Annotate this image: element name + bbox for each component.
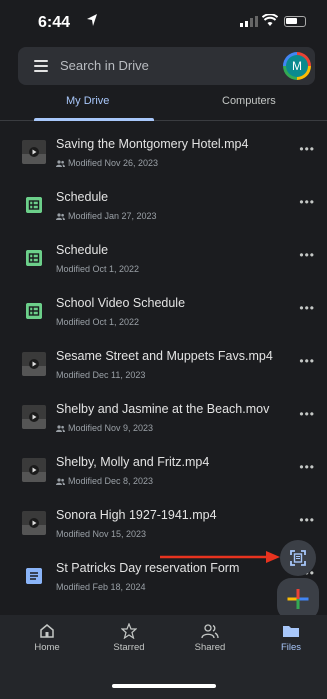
file-name: Shelby, Molly and Fritz.mp4 [56, 455, 210, 469]
location-arrow-icon [87, 14, 97, 26]
nav-shared[interactable]: Shared [180, 623, 240, 653]
plus-icon [287, 589, 309, 609]
more-options-button[interactable]: ••• [299, 302, 315, 314]
video-thumbnail-icon [22, 352, 46, 376]
spreadsheet-icon [26, 303, 42, 319]
video-thumbnail-icon [22, 140, 46, 164]
folder-icon [283, 626, 299, 637]
file-modified: Modified Jan 27, 2023 [56, 211, 157, 221]
file-modified: Modified Oct 1, 2022 [56, 264, 139, 274]
file-row[interactable]: Schedule Modified Oct 1, 2022 ••• [0, 231, 327, 284]
nav-files-label: Files [280, 642, 302, 653]
video-thumbnail-icon [22, 511, 46, 535]
file-modified: Modified Oct 1, 2022 [56, 317, 139, 327]
nav-home-label: Home [34, 642, 60, 653]
file-modified-text: Modified Jan 27, 2023 [68, 211, 157, 221]
file-modified-text: Modified Dec 8, 2023 [68, 476, 154, 486]
more-options-button[interactable]: ••• [299, 514, 315, 526]
home-icon [40, 624, 54, 638]
more-options-button[interactable]: ••• [299, 355, 315, 367]
account-avatar[interactable]: M [283, 52, 311, 80]
file-row[interactable]: Schedule Modified Jan 27, 2023 ••• [0, 178, 327, 231]
file-modified: Modified Dec 8, 2023 [56, 476, 153, 486]
more-options-button[interactable]: ••• [299, 196, 315, 208]
file-row[interactable]: Sesame Street and Muppets Favs.mp4 Modifi… [0, 337, 327, 390]
file-name: School Video Schedule [56, 296, 186, 310]
file-row[interactable]: School Video Schedule Modified Oct 1, 202… [0, 284, 327, 337]
new-button[interactable] [277, 578, 319, 620]
shared-icon [56, 159, 65, 167]
cellular-signal-icon [240, 16, 258, 27]
spreadsheet-icon [26, 197, 42, 213]
file-modified-text: Modified Oct 1, 2022 [56, 317, 140, 327]
search-input[interactable]: Search in Drive [60, 58, 149, 73]
file-row[interactable]: Saving the Montgomery Hotel.mp4 Modified … [0, 125, 327, 178]
battery-icon [284, 16, 306, 27]
file-name: Shelby and Jasmine at the Beach.mov [56, 402, 270, 416]
bottom-navigation: Home Starred Shared Files [0, 615, 327, 699]
file-modified-text: Modified Nov 26, 2023 [68, 158, 159, 168]
wifi-icon [262, 14, 278, 26]
file-modified: Modified Feb 18, 2024 [56, 582, 146, 592]
file-modified: Modified Nov 15, 2023 [56, 529, 146, 539]
more-options-button[interactable]: ••• [299, 249, 315, 261]
video-thumbnail-icon [22, 405, 46, 429]
scan-button[interactable] [280, 540, 316, 576]
document-icon [26, 568, 42, 584]
file-name: St Patricks Day reservation Form [56, 561, 240, 575]
file-name: Sonora High 1927-1941.mp4 [56, 508, 217, 522]
status-time: 6:44 [38, 14, 71, 31]
file-modified-text: Modified Feb 18, 2024 [56, 582, 146, 592]
menu-icon[interactable] [34, 60, 48, 72]
drive-tabs: My Drive Computers [0, 90, 327, 121]
file-row[interactable]: Sonora High 1927-1941.mp4 Modified Nov 15… [0, 496, 327, 549]
file-name: Schedule [56, 190, 109, 204]
file-row[interactable]: Shelby, Molly and Fritz.mp4 Modified Dec … [0, 443, 327, 496]
nav-home[interactable]: Home [17, 623, 77, 653]
nav-shared-label: Shared [194, 642, 226, 653]
tab-computers[interactable]: Computers [222, 95, 276, 107]
more-options-button[interactable]: ••• [299, 408, 315, 420]
tab-my-drive[interactable]: My Drive [66, 95, 109, 107]
more-options-button[interactable]: ••• [299, 143, 315, 155]
search-bar[interactable]: Search in Drive M [18, 47, 315, 85]
avatar-letter: M [286, 55, 308, 77]
home-indicator [112, 684, 216, 688]
file-modified-text: Modified Nov 15, 2023 [56, 529, 147, 539]
spreadsheet-icon [26, 250, 42, 266]
video-thumbnail-icon [22, 458, 46, 482]
file-modified-text: Modified Nov 9, 2023 [68, 423, 154, 433]
file-modified: Modified Nov 26, 2023 [56, 158, 158, 168]
status-bar: 6:44 [0, 0, 327, 40]
shared-icon [56, 477, 65, 485]
nav-files[interactable]: Files [261, 623, 321, 653]
nav-starred[interactable]: Starred [99, 623, 159, 653]
file-row[interactable]: Shelby and Jasmine at the Beach.mov Modif… [0, 390, 327, 443]
more-options-button[interactable]: ••• [299, 461, 315, 473]
file-name: Sesame Street and Muppets Favs.mp4 [56, 349, 273, 363]
red-arrow-annotation [160, 551, 280, 563]
shared-people-icon [201, 624, 219, 639]
shared-icon [56, 212, 65, 220]
file-name: Saving the Montgomery Hotel.mp4 [56, 137, 249, 151]
file-modified: Modified Dec 11, 2023 [56, 370, 145, 380]
shared-icon [56, 424, 65, 432]
file-modified-text: Modified Oct 1, 2022 [56, 264, 140, 274]
star-icon [121, 623, 137, 639]
file-name: Schedule [56, 243, 109, 257]
scan-document-icon [290, 550, 306, 566]
file-modified: Modified Nov 9, 2023 [56, 423, 153, 433]
active-tab-indicator [34, 118, 154, 121]
nav-starred-label: Starred [113, 642, 145, 653]
file-modified-text: Modified Dec 11, 2023 [56, 370, 146, 380]
